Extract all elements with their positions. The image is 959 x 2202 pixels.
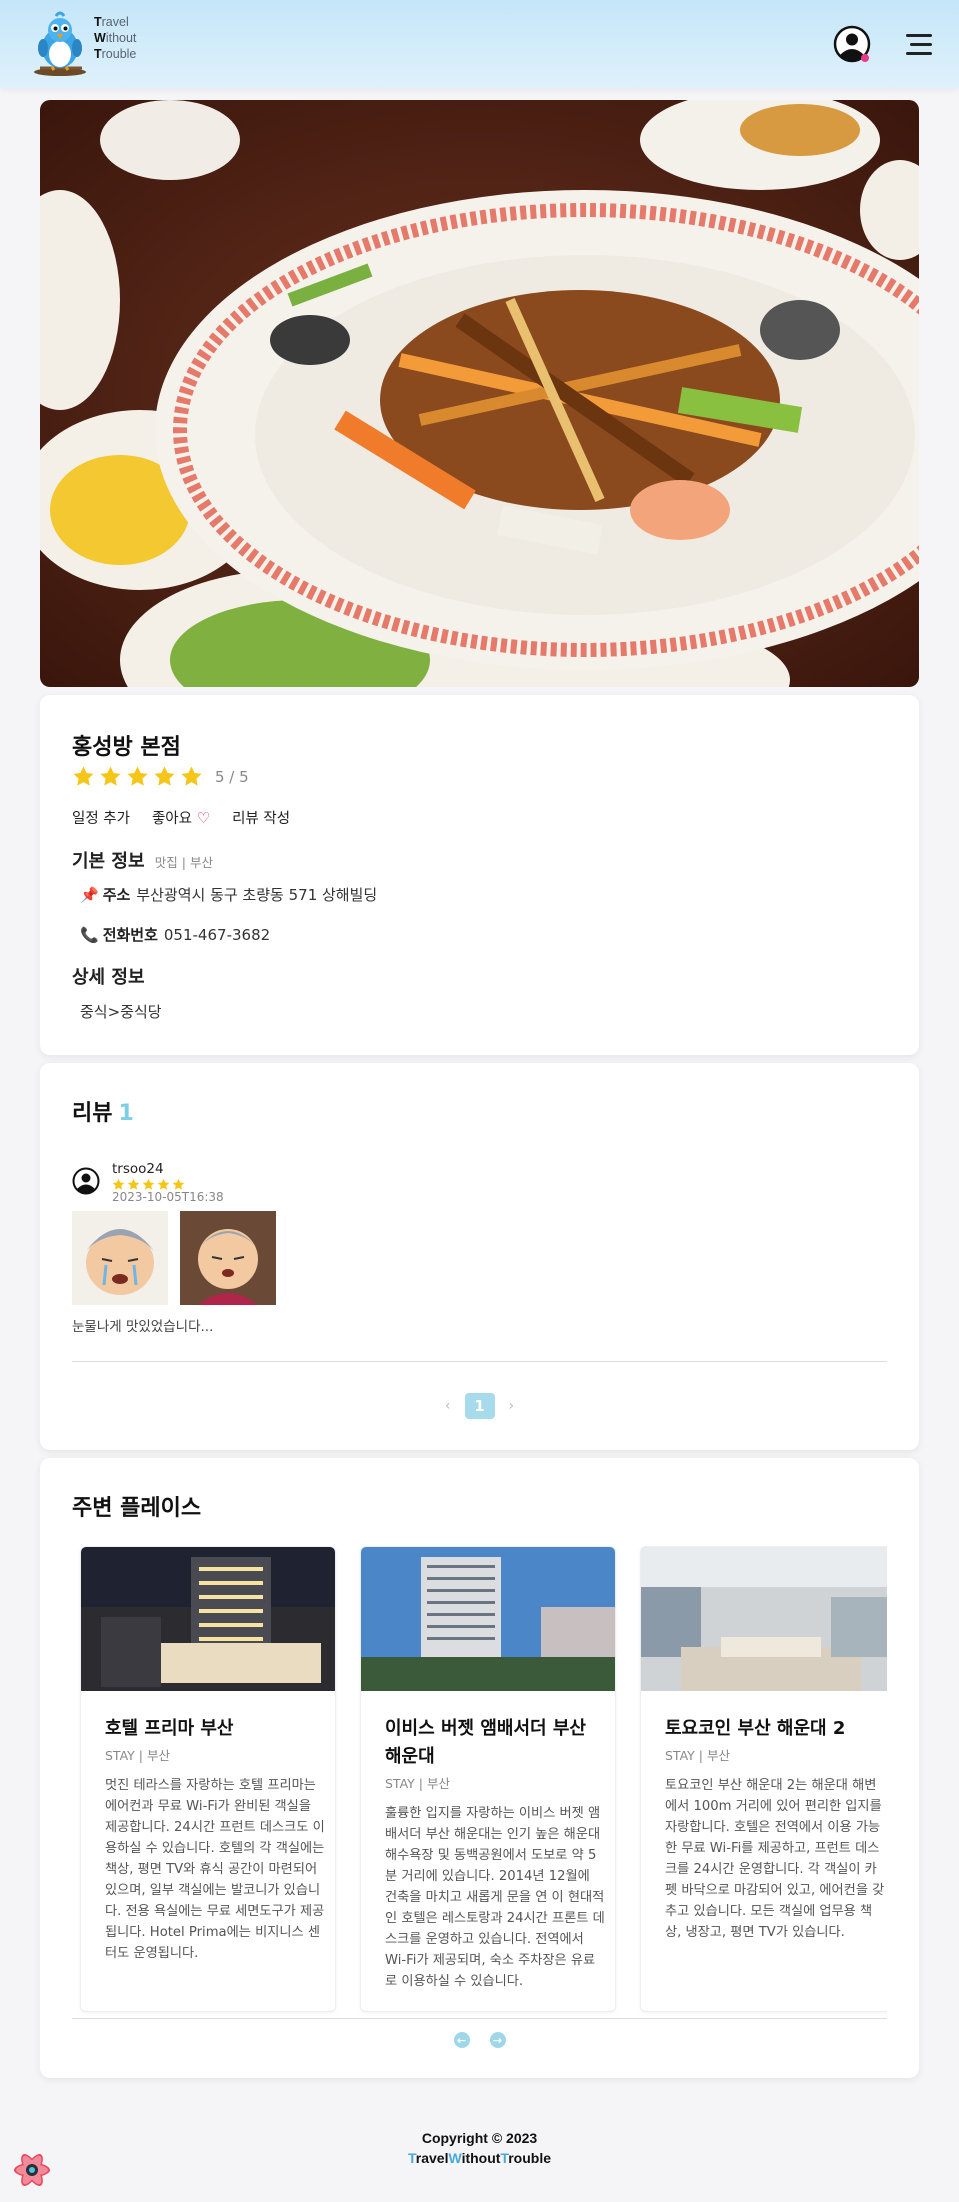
review-photos <box>72 1211 276 1305</box>
place-thumbnail <box>361 1547 615 1691</box>
divider <box>72 1361 887 1362</box>
review-text: 눈물나게 맛있었습니다... <box>72 1319 214 1335</box>
heart-icon: ♡ <box>196 809 211 827</box>
reviews-title: 리뷰 <box>72 1101 113 1126</box>
phone-icon: 📞 <box>80 925 99 944</box>
nearby-places-card: 주변 플레이스 호텔 프리마 부산 STAY | 부산 멋진 테라스를 자랑하는… <box>40 1458 919 2078</box>
review-item: trsoo24 2023-10-05T16:38 <box>72 1161 224 1204</box>
reviews-count: 1 <box>118 1101 134 1126</box>
place-name: 토요코인 부산 해운대 2 <box>665 1718 846 1739</box>
star-icon <box>181 766 202 786</box>
review-username: trsoo24 <box>112 1161 164 1177</box>
nearby-title: 주변 플레이스 <box>72 1496 202 1521</box>
place-hero-image <box>40 100 919 687</box>
star-icon <box>100 766 121 786</box>
footer: Copyright © 2023 TravelWithoutTrouble <box>0 2130 959 2166</box>
carousel-nav: ← → <box>40 2032 919 2048</box>
place-name: 이비스 버젯 앰배서더 부산 해운대 <box>385 1718 586 1767</box>
place-description: 토요코인 부산 해운대 2는 해운대 해변에서 100m 거리에 있어 편리한 … <box>665 1778 885 1940</box>
detail-category: 중식>중식당 <box>80 1003 162 1021</box>
place-info-card: 홍성방 본점 5 / 5 일정 추가 좋아요 ♡ 리뷰 작성 기본 정보 맛집 … <box>40 695 919 1055</box>
like-label: 좋아요 <box>151 811 192 827</box>
phone-value[interactable]: 051-467-3682 <box>164 926 270 944</box>
basic-info-title: 기본 정보 <box>72 851 145 872</box>
like-button[interactable]: 좋아요 ♡ <box>152 807 210 828</box>
address-label: 주소 <box>102 886 131 904</box>
star-icon <box>154 766 175 786</box>
nearby-place-card[interactable]: 토요코인 부산 해운대 2 STAY | 부산 토요코인 부산 해운대 2는 해… <box>640 1546 887 2012</box>
place-category: STAY | 부산 <box>385 1776 450 1791</box>
footer-brand: TravelWithoutTrouble <box>407 2150 551 2166</box>
address-value: 부산광역시 동구 초량동 571 상해빌딩 <box>136 886 378 904</box>
star-icon <box>73 766 94 786</box>
page-1-button[interactable]: 1 <box>464 1393 495 1419</box>
nearby-carousel: 호텔 프리마 부산 STAY | 부산 멋진 테라스를 자랑하는 호텔 프리마는… <box>72 1546 887 2020</box>
place-name: 호텔 프리마 부산 <box>105 1718 234 1739</box>
place-thumbnail <box>81 1547 335 1691</box>
reviews-heading: 리뷰 1 <box>72 1095 134 1127</box>
app-header: Travel Without Trouble <box>0 0 959 88</box>
bird-logo-icon <box>34 11 86 76</box>
place-category: STAY | 부산 <box>665 1748 730 1763</box>
basic-info-sub: 맛집 | 부산 <box>154 855 213 870</box>
user-avatar-icon <box>72 1167 100 1195</box>
star-icon <box>127 766 148 786</box>
detail-info-title: 상세 정보 <box>72 967 145 988</box>
next-page-button[interactable]: › <box>509 1398 515 1414</box>
carousel-next-button[interactable]: → <box>489 2032 506 2048</box>
phone-row: 📞 전화번호 051-467-3682 <box>80 924 270 945</box>
hamburger-menu-icon[interactable] <box>898 32 932 56</box>
place-thumbnail <box>641 1547 887 1691</box>
logo-text: Travel Without Trouble <box>94 15 137 61</box>
place-description: 훌륭한 입지를 자랑하는 이비스 버젯 앰배서더 부산 해운대는 인기 높은 해… <box>385 1806 605 1989</box>
address-row: 📌 주소 부산광역시 동구 초량동 571 상해빌딩 <box>80 884 377 905</box>
place-title: 홍성방 본점 <box>72 735 181 760</box>
review-pagination: ‹ 1 › <box>40 1393 919 1419</box>
phone-label: 전화번호 <box>102 926 158 944</box>
reviews-card: 리뷰 1 trsoo24 2023-10-05T16:38 눈물나게 맛있었습니… <box>40 1063 919 1450</box>
rating-stars: 5 / 5 <box>72 765 249 788</box>
review-photo[interactable] <box>72 1211 168 1305</box>
place-description: 멋진 테라스를 자랑하는 호텔 프리마는 에어컨과 무료 Wi-Fi가 완비된 … <box>105 1778 325 1961</box>
divider <box>72 2018 887 2019</box>
review-date: 2023-10-05T16:38 <box>112 1190 224 1204</box>
pin-icon: 📌 <box>80 885 99 904</box>
basic-info-heading: 기본 정보 맛집 | 부산 <box>72 847 213 873</box>
place-category: STAY | 부산 <box>105 1748 170 1763</box>
nearby-place-card[interactable]: 호텔 프리마 부산 STAY | 부산 멋진 테라스를 자랑하는 호텔 프리마는… <box>80 1546 336 2012</box>
copyright-text: Copyright © 2023 <box>421 2130 538 2146</box>
react-devtools-icon[interactable] <box>10 2148 54 2192</box>
prev-page-button[interactable]: ‹ <box>445 1398 451 1414</box>
logo[interactable]: Travel Without Trouble <box>26 10 156 78</box>
place-actions: 일정 추가 좋아요 ♡ 리뷰 작성 <box>72 807 290 828</box>
review-photo[interactable] <box>180 1211 276 1305</box>
nearby-place-card[interactable]: 이비스 버젯 앰배서더 부산 해운대 STAY | 부산 훌륭한 입지를 자랑하… <box>360 1546 616 2012</box>
write-review-button[interactable]: 리뷰 작성 <box>232 807 290 828</box>
add-schedule-button[interactable]: 일정 추가 <box>72 807 130 828</box>
carousel-prev-button[interactable]: ← <box>453 2032 470 2048</box>
rating-text: 5 / 5 <box>215 767 249 786</box>
user-avatar-icon[interactable] <box>832 24 872 64</box>
